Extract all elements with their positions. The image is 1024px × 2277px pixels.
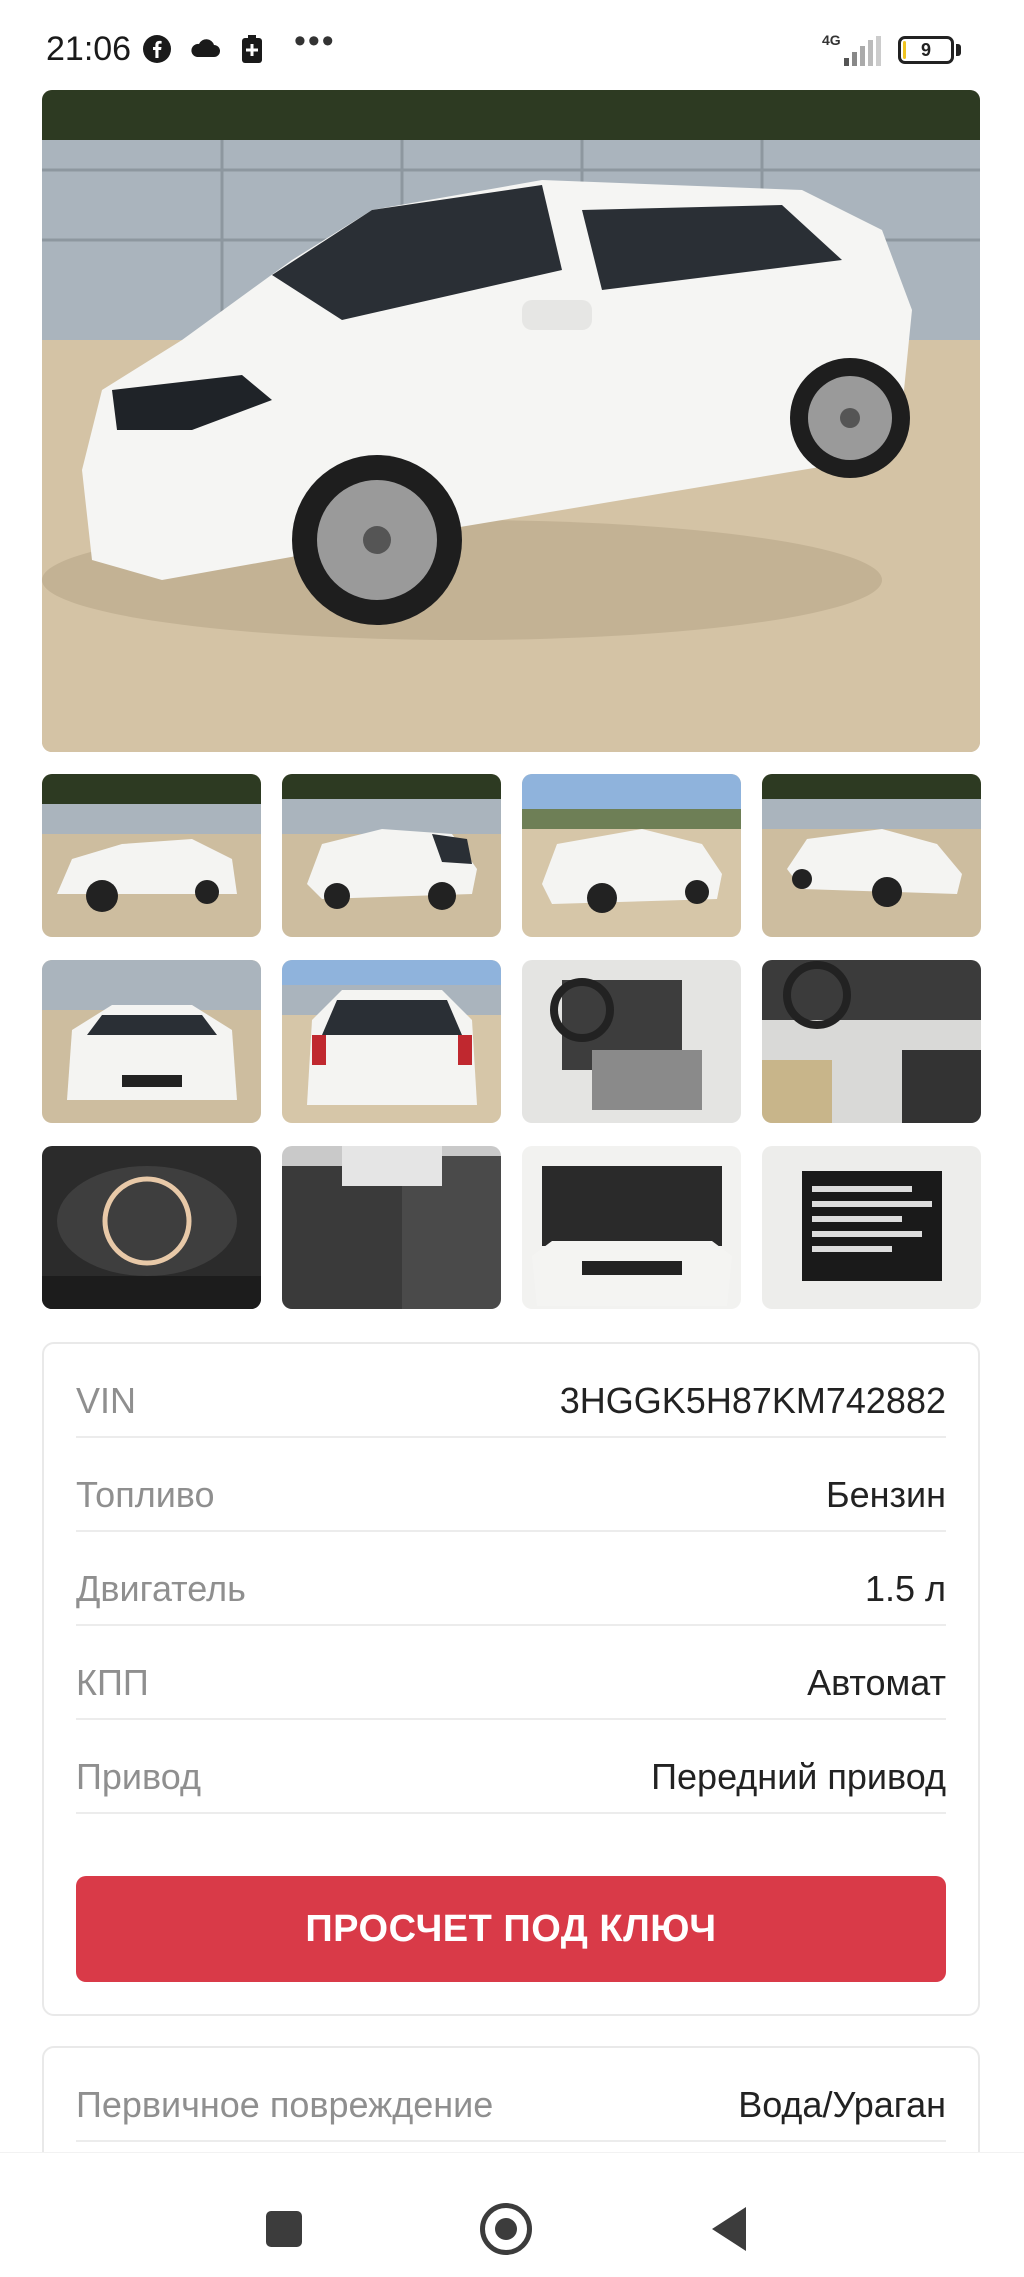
recent-apps-icon[interactable] [266, 2211, 302, 2247]
spec-row-fuel: Топливо Бензин [76, 1438, 946, 1532]
battery-level: 9 [920, 40, 931, 60]
thumbnail[interactable] [282, 774, 501, 937]
spec-label: Первичное повреждение [76, 2084, 494, 2125]
thumbnail[interactable] [762, 1146, 981, 1309]
spec-value: 3HGGK5H87KM742882 [559, 1380, 946, 1421]
turnkey-calculation-button[interactable]: ПРОСЧЕТ ПОД КЛЮЧ [76, 1876, 946, 1982]
more-dots-icon: ••• [294, 22, 336, 60]
spec-row-engine: Двигатель 1.5 л [76, 1532, 946, 1626]
spec-card: VIN 3HGGK5H87KM742882 Топливо Бензин Дви… [42, 1342, 980, 2016]
thumbnail[interactable] [282, 960, 501, 1123]
cloud-icon [191, 39, 220, 57]
signal-icon [844, 36, 881, 66]
thumbnail[interactable] [522, 1146, 741, 1309]
spec-label: Привод [76, 1756, 201, 1797]
thumbnail[interactable] [42, 1146, 261, 1309]
spec-label: Двигатель [76, 1568, 246, 1609]
back-icon[interactable] [712, 2207, 746, 2251]
thumbnail[interactable] [282, 1146, 501, 1309]
home-icon[interactable] [480, 2203, 532, 2255]
spec-row-vin: VIN 3HGGK5H87KM742882 [76, 1344, 946, 1438]
status-bar: 21:06 ••• 4G 9 [0, 0, 1024, 100]
car-photo-image [42, 90, 980, 752]
facebook-icon [143, 35, 171, 63]
spec-label: VIN [76, 1380, 137, 1421]
spec-label: КПП [76, 1662, 149, 1703]
spec-value: Передний привод [651, 1756, 946, 1797]
status-time: 21:06 [46, 30, 132, 68]
thumbnail[interactable] [522, 774, 741, 937]
battery-saver-icon [242, 35, 262, 63]
thumbnail[interactable] [42, 774, 261, 937]
thumbnail[interactable] [762, 960, 981, 1123]
thumbnail[interactable] [42, 960, 261, 1123]
network-type: 4G [822, 32, 841, 48]
main-car-photo[interactable] [42, 90, 980, 752]
thumbnail[interactable] [522, 960, 741, 1123]
spec-row-transmission: КПП Автомат [76, 1626, 946, 1720]
spec-value: Автомат [807, 1662, 946, 1703]
battery-tip [956, 44, 961, 56]
system-nav-bar [0, 2152, 1024, 2277]
battery-icon: 9 [898, 36, 954, 64]
spec-label: Топливо [76, 1474, 215, 1515]
spec-row-drive: Привод Передний привод [76, 1720, 946, 1814]
thumbnail[interactable] [762, 774, 981, 937]
spec-value: Вода/Ураган [738, 2084, 946, 2125]
spec-value: Бензин [825, 1474, 946, 1515]
spec-value: 1.5 л [864, 1568, 946, 1609]
spec-row-primary-damage: Первичное повреждение Вода/Ураган [76, 2048, 946, 2142]
home-icon-dot [495, 2218, 517, 2240]
